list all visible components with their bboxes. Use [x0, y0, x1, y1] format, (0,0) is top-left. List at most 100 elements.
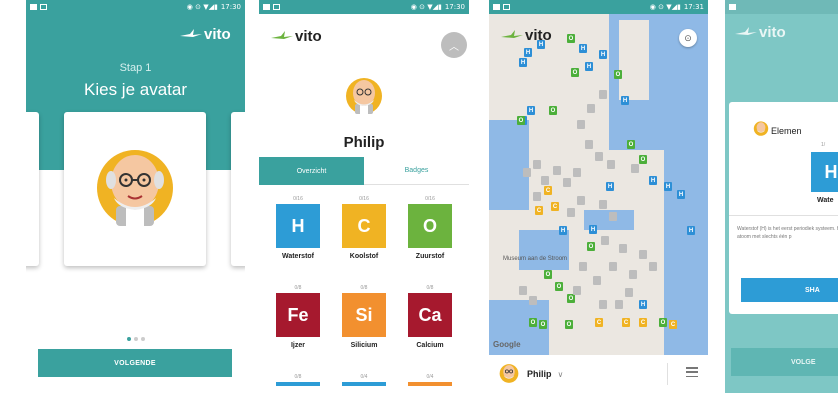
map-marker[interactable]: C [622, 318, 630, 327]
status-bar: ◉ ⊙ ▼◢▮ 17:30 [259, 0, 469, 14]
map-marker[interactable] [577, 120, 585, 129]
map-marker[interactable] [567, 208, 575, 217]
page-dot[interactable] [133, 337, 138, 341]
element-tile-calcium[interactable]: 0/8 Ca Calcium [407, 283, 453, 349]
map-marker[interactable] [631, 164, 639, 173]
avatar-card-selected[interactable] [64, 112, 206, 266]
map-marker[interactable]: H [585, 62, 593, 71]
map-marker[interactable]: O [614, 70, 622, 79]
map-marker[interactable] [533, 160, 541, 169]
collapse-button[interactable]: ︿ [441, 32, 467, 58]
map-marker[interactable] [563, 178, 571, 187]
map-marker[interactable]: H [687, 226, 695, 235]
map-marker[interactable]: H [559, 226, 567, 235]
map-marker[interactable]: O [639, 155, 647, 164]
map-marker[interactable]: O [544, 270, 552, 279]
clock: 17:31 [683, 3, 704, 11]
map-marker[interactable] [579, 262, 587, 271]
map-marker[interactable]: H [606, 182, 614, 191]
avatar-card-next[interactable] [231, 112, 245, 266]
next-button[interactable]: VOLGENDE [38, 349, 232, 377]
element-tile-oxygen[interactable]: 0/16 O Zuurstof [407, 194, 453, 260]
tab-badges[interactable]: Badges [364, 157, 469, 185]
map-marker[interactable] [573, 168, 581, 177]
map-marker[interactable] [625, 288, 633, 297]
page-dot[interactable] [126, 337, 131, 341]
map-marker[interactable]: H [664, 182, 672, 191]
map-view[interactable]: HHOHHOHHHHOOHOOHHHHCCCHHOOOOOOOCCCOCOHH … [489, 0, 708, 355]
map-marker[interactable] [639, 250, 647, 259]
chevron-down-icon[interactable]: ∨ [558, 370, 564, 379]
map-marker[interactable]: H [677, 190, 685, 199]
map-marker[interactable] [595, 152, 603, 161]
map-marker[interactable] [599, 90, 607, 99]
menu-icon[interactable] [686, 367, 698, 377]
map-marker[interactable]: O [587, 242, 595, 251]
map-marker[interactable] [619, 244, 627, 253]
map-marker[interactable]: O [659, 318, 667, 327]
signal-icon: ◉ ⊙ ▼◢▮ [186, 3, 218, 11]
map-marker[interactable]: O [555, 282, 563, 291]
map-marker[interactable] [601, 236, 609, 245]
map-marker[interactable]: H [579, 44, 587, 53]
element-tile-hydrogen[interactable]: 0/16 H Waterstof [275, 194, 321, 260]
element-tile-iron[interactable]: 0/8 Fe Ijzer [275, 283, 321, 349]
map-marker[interactable] [541, 176, 549, 185]
map-marker[interactable]: H [524, 48, 532, 57]
map-marker[interactable]: H [589, 225, 597, 234]
map-marker[interactable]: C [639, 318, 647, 327]
map-marker[interactable]: O [529, 318, 537, 327]
locate-button[interactable]: ⊙ [679, 29, 697, 47]
map-marker[interactable]: O [549, 106, 557, 115]
element-tile[interactable]: 0/4 [341, 372, 387, 386]
map-marker[interactable] [593, 276, 601, 285]
map-marker[interactable] [519, 286, 527, 295]
map-marker[interactable] [599, 200, 607, 209]
map-marker[interactable] [599, 300, 607, 309]
map-marker[interactable]: O [567, 34, 575, 43]
map-marker[interactable] [577, 196, 585, 205]
map-marker[interactable] [585, 140, 593, 149]
element-tile[interactable]: 0/8 [275, 372, 321, 386]
map-marker[interactable]: O [517, 116, 525, 125]
share-button[interactable]: SHA [741, 278, 838, 302]
map-marker[interactable] [609, 262, 617, 271]
element-tile[interactable]: 0/4 [407, 372, 453, 386]
map-marker[interactable] [523, 168, 531, 177]
map-marker[interactable]: C [544, 186, 552, 195]
user-name[interactable]: Philip [527, 369, 552, 379]
map-marker[interactable]: H [649, 176, 657, 185]
map-marker[interactable] [587, 104, 595, 113]
map-marker[interactable]: C [669, 320, 677, 329]
notification-icon [729, 4, 736, 10]
map-marker[interactable] [629, 270, 637, 279]
map-marker[interactable]: O [627, 140, 635, 149]
next-button[interactable]: VOLGE [731, 348, 838, 376]
map-marker[interactable]: C [595, 318, 603, 327]
map-marker[interactable]: H [639, 300, 647, 309]
map-marker[interactable] [573, 286, 581, 295]
map-marker[interactable] [533, 192, 541, 201]
avatar-card-prev[interactable] [26, 112, 39, 266]
map-marker[interactable]: O [539, 320, 547, 329]
map-marker[interactable]: H [519, 58, 527, 67]
avatar-icon[interactable] [497, 361, 521, 387]
map-marker[interactable] [607, 160, 615, 169]
map-marker[interactable]: H [527, 106, 535, 115]
map-marker[interactable]: C [535, 206, 543, 215]
map-marker[interactable]: O [565, 320, 573, 329]
element-tile-carbon[interactable]: 0/16 C Koolstof [341, 194, 387, 260]
map-marker[interactable] [553, 166, 561, 175]
map-marker[interactable]: H [599, 50, 607, 59]
element-tile-silicon[interactable]: 0/8 Si Silicium [341, 283, 387, 349]
map-marker[interactable] [615, 300, 623, 309]
map-marker[interactable]: C [551, 202, 559, 211]
map-marker[interactable] [649, 262, 657, 271]
map-marker[interactable] [529, 296, 537, 305]
map-marker[interactable]: O [571, 68, 579, 77]
map-marker[interactable] [609, 212, 617, 221]
page-dot[interactable] [140, 337, 145, 341]
tab-overview[interactable]: Overzicht [259, 157, 364, 185]
map-marker[interactable]: O [567, 294, 575, 303]
map-marker[interactable]: H [621, 96, 629, 105]
